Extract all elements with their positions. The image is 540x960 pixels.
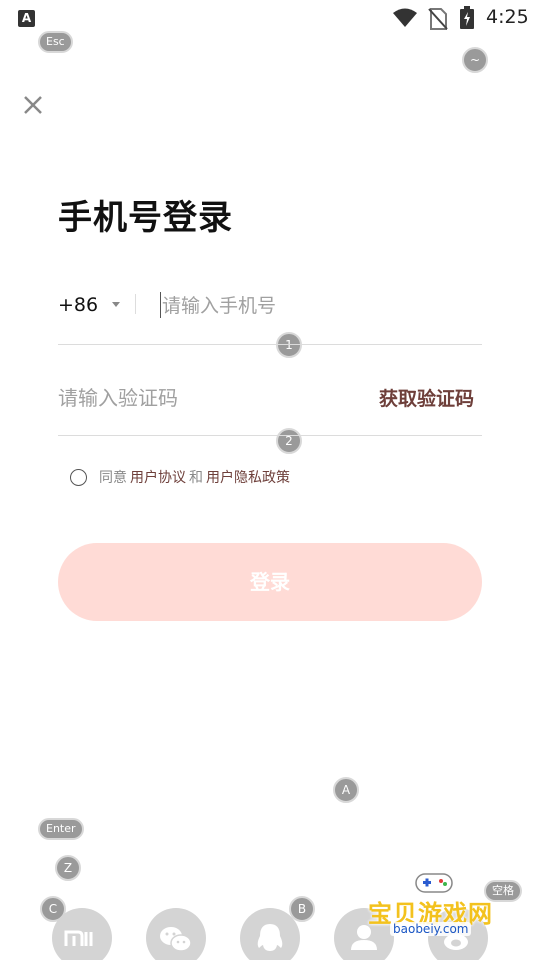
- code-row: 获取验证码: [58, 378, 482, 418]
- wifi-icon: [393, 8, 417, 27]
- battery-charging-icon: [460, 6, 474, 29]
- overlay-key-enter[interactable]: Enter: [38, 818, 84, 840]
- page-title: 手机号登录: [58, 198, 233, 238]
- country-code-selector[interactable]: +86: [58, 294, 98, 316]
- divider: [58, 435, 482, 436]
- chevron-down-icon[interactable]: [112, 302, 120, 307]
- gamepad-icon: [415, 873, 453, 893]
- overlay-key-tilde[interactable]: ~: [462, 47, 488, 73]
- overlay-key-2[interactable]: 2: [276, 428, 302, 454]
- close-icon[interactable]: [20, 92, 46, 118]
- agreement-and: 和: [189, 470, 203, 486]
- xiaomi-login-button[interactable]: [52, 908, 112, 960]
- no-sim-icon: [428, 8, 448, 30]
- wechat-login-button[interactable]: [146, 908, 206, 960]
- qq-icon: [257, 924, 283, 951]
- notification-app-icon: A: [18, 10, 35, 27]
- overlay-key-esc[interactable]: Esc: [38, 31, 73, 53]
- status-bar: A 4:25: [0, 0, 540, 36]
- watermark-url: baobeiy.com: [390, 922, 472, 936]
- agreement-prefix: 同意: [99, 470, 127, 486]
- overlay-key-1[interactable]: 1: [276, 332, 302, 358]
- user-agreement-link[interactable]: 用户协议: [130, 467, 186, 487]
- verification-code-input[interactable]: [58, 380, 358, 416]
- overlay-key-a[interactable]: A: [333, 777, 359, 803]
- get-code-button[interactable]: 获取验证码: [379, 384, 474, 411]
- watermark-logo: 宝贝游戏网 baobeiy.com: [360, 868, 510, 938]
- text-cursor: [160, 292, 161, 318]
- login-button[interactable]: 登录: [58, 543, 482, 621]
- overlay-key-space[interactable]: 空格: [484, 880, 522, 902]
- privacy-policy-link[interactable]: 用户隐私政策: [206, 467, 290, 487]
- agreement-checkbox[interactable]: [70, 468, 87, 486]
- phone-input[interactable]: [162, 290, 482, 322]
- xiaomi-icon: [64, 930, 93, 946]
- agreement-row: 同意 用户协议 和 用户隐私政策: [70, 467, 293, 487]
- status-time: 4:25: [486, 6, 529, 28]
- wechat-icon: [160, 927, 192, 952]
- overlay-key-z[interactable]: Z: [55, 855, 81, 881]
- divider: [135, 294, 136, 314]
- qq-login-button[interactable]: [240, 908, 300, 960]
- divider: [58, 344, 482, 345]
- phone-row: +86: [58, 286, 482, 326]
